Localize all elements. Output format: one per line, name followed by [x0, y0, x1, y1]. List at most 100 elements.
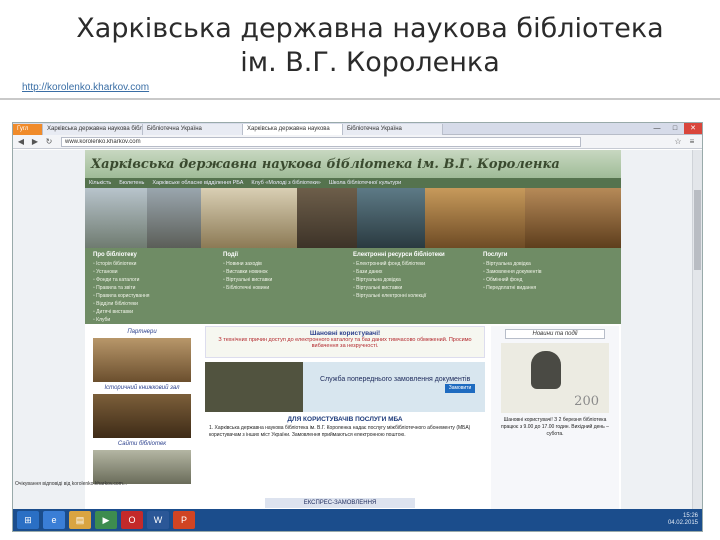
photo-strip [85, 188, 621, 248]
mba-text: 1. Харківська державна наукова бібліотек… [209, 425, 471, 438]
menu-item[interactable]: Віртуальні виставки [353, 284, 469, 292]
page-scrollbar[interactable] [692, 150, 702, 510]
partners-label[interactable]: Партнери [87, 329, 197, 335]
hall-photo[interactable] [93, 394, 191, 438]
browser-tab-bar: Гугл Харківська державна наукова бібл...… [13, 123, 702, 135]
site-nav: Кількість Бюлетень Харківське обласне ві… [85, 178, 621, 188]
menu-item[interactable]: Передплатні видання [483, 284, 599, 292]
menu-item[interactable]: Електронний фонд бібліотеки [353, 260, 469, 268]
nav-link[interactable]: Бюлетень [115, 178, 148, 188]
menu-item[interactable]: Бази даних [353, 268, 469, 276]
building-photo [147, 188, 201, 248]
menu-item[interactable]: Віртуальні виставки [223, 276, 339, 284]
menu-item[interactable]: Віртуальна довідка [353, 276, 469, 284]
center-column: Шановні користувачі! З технічних причин … [205, 326, 485, 510]
nav-link[interactable]: Школа бібліотечної культури [325, 178, 405, 188]
menu-item[interactable]: Дитячі виставки [93, 308, 209, 316]
anniversary-number: 200 [574, 394, 599, 409]
menu-icon[interactable]: ≡ [686, 136, 698, 148]
order-service-banner[interactable]: Служба попереднього замовлення документі… [205, 362, 485, 412]
window-controls: — □ ✕ [648, 123, 702, 134]
windows-taskbar: ⊞ e ▤ ▶ O W P 15:26 04.02.2015 [13, 509, 702, 531]
menu-heading: Про бібліотеку [93, 252, 137, 258]
system-tray-clock[interactable]: 15:26 04.02.2015 [668, 513, 698, 527]
menu-item[interactable]: Правила та звіти [93, 284, 209, 292]
notice-box: Шановні користувачі! З технічних причин … [205, 326, 485, 358]
site-title: Харківська державна наукова бібліотека і… [91, 156, 560, 172]
url-input[interactable] [61, 136, 581, 147]
opera-icon[interactable]: O [121, 511, 143, 529]
start-icon[interactable]: ⊞ [17, 511, 39, 529]
minimize-button[interactable]: — [648, 123, 666, 134]
city-photo [85, 188, 147, 248]
site-body: Партнери Історичний книжковий зал Сайти … [85, 326, 621, 510]
star-icon[interactable]: ☆ [672, 136, 684, 148]
site-header: Харківська державна наукова бібліотека і… [85, 150, 621, 178]
slide-url-link[interactable]: http://korolenko.kharkov.com [22, 82, 149, 93]
library-site: Харківська державна наукова бібліотека і… [85, 150, 621, 510]
site-menu: Про бібліотеку Історія бібліотеки Устано… [85, 248, 621, 324]
sites-label[interactable]: Сайти бібліотек [87, 441, 197, 447]
ie-icon[interactable]: e [43, 511, 65, 529]
browser-tab[interactable]: Бібліотечна Україна [343, 124, 443, 135]
powerpoint-icon[interactable]: P [173, 511, 195, 529]
menu-item[interactable]: Бібліотечні новини [223, 284, 339, 292]
menu-item[interactable]: Фонди та каталоги [93, 276, 209, 284]
browser-status: Очікування відповіді від korolenko.khark… [15, 481, 127, 487]
clock-time: 15:26 [682, 513, 698, 519]
notice-heading: Шановні користувачі! [309, 330, 381, 337]
browser-tab[interactable]: Гугл [13, 124, 43, 135]
word-icon[interactable]: W [147, 511, 169, 529]
order-button[interactable]: Замовити [445, 384, 475, 393]
menu-item[interactable]: Замовлення документів [483, 268, 599, 276]
nav-link[interactable]: Харківське обласне відділення РБА [148, 178, 247, 188]
sites-photo[interactable] [93, 450, 191, 484]
scroll-thumb[interactable] [694, 190, 701, 270]
menu-item[interactable]: Відділи бібліотеки [93, 300, 209, 308]
slide-title: Харківська державна наукова бібліотека і… [76, 13, 664, 78]
menu-column: Послуги Віртуальна довідка Замовлення до… [483, 252, 599, 320]
anniversary-image[interactable]: 200 [501, 343, 609, 413]
menu-item[interactable]: Віртуальні електронні колекції [353, 292, 469, 300]
menu-item[interactable]: Новини заходів [223, 260, 339, 268]
portrait-shape [531, 351, 561, 389]
menu-heading: Події [223, 252, 239, 258]
reader-photo [357, 188, 425, 248]
news-text: Шановні користувачі! З 2 березня бібліот… [501, 417, 609, 437]
folder-icon[interactable]: ▤ [69, 511, 91, 529]
service-text: Служба попереднього замовлення документі… [320, 376, 471, 383]
nav-link[interactable]: Клуб «Молоді з бібліотеки» [247, 178, 324, 188]
forward-arrow-icon[interactable]: ▶ [29, 136, 41, 148]
clock-date: 04.02.2015 [667, 520, 698, 526]
menu-column: Про бібліотеку Історія бібліотеки Устано… [93, 252, 209, 323]
menu-item[interactable]: Віртуальна довідка [483, 260, 599, 268]
menu-item[interactable]: Установи [93, 268, 209, 276]
hall-label[interactable]: Історичний книжковий зал [87, 385, 197, 391]
browser-screenshot: Гугл Харківська державна наукова бібл...… [12, 122, 703, 532]
statue-photo [297, 188, 357, 248]
media-icon[interactable]: ▶ [95, 511, 117, 529]
close-button[interactable]: ✕ [684, 123, 702, 134]
nav-link[interactable]: Кількість [85, 178, 115, 188]
browser-tab[interactable]: Бібліотечна Україна [143, 124, 243, 135]
browser-tab[interactable]: Харківська державна наукова бібл... [43, 124, 143, 135]
address-bar: ◀ ▶ ↻ ☆ ≡ [13, 135, 702, 149]
menu-item[interactable]: Клуби [93, 316, 209, 324]
menu-heading: Електронні ресурси бібліотеки [353, 252, 445, 258]
menu-item[interactable]: Обмінний фонд [483, 276, 599, 284]
menu-column: Електронні ресурси бібліотеки Електронни… [353, 252, 469, 320]
mba-heading[interactable]: ДЛЯ КОРИСТУВАЧІВ ПОСЛУГИ МБА [205, 416, 485, 423]
menu-item[interactable]: Історія бібліотеки [93, 260, 209, 268]
express-order-button[interactable]: ЕКСПРЕС-ЗАМОВЛЕННЯ [265, 498, 415, 508]
news-heading: Новини та події [505, 329, 605, 339]
menu-item[interactable]: Виставки новинок [223, 268, 339, 276]
menu-item[interactable]: Правила користування [93, 292, 209, 300]
maximize-button[interactable]: □ [666, 123, 684, 134]
partners-photo[interactable] [93, 338, 191, 382]
notice-text: З технічних причин доступ до електронног… [218, 337, 472, 349]
reload-icon[interactable]: ↻ [43, 136, 55, 148]
slide: Харківська державна наукова бібліотека і… [0, 0, 720, 540]
news-column: Новини та події 200 Шановні користувачі!… [491, 326, 619, 510]
browser-tab-active[interactable]: Харківська державна наукова [243, 124, 343, 135]
back-arrow-icon[interactable]: ◀ [15, 136, 27, 148]
